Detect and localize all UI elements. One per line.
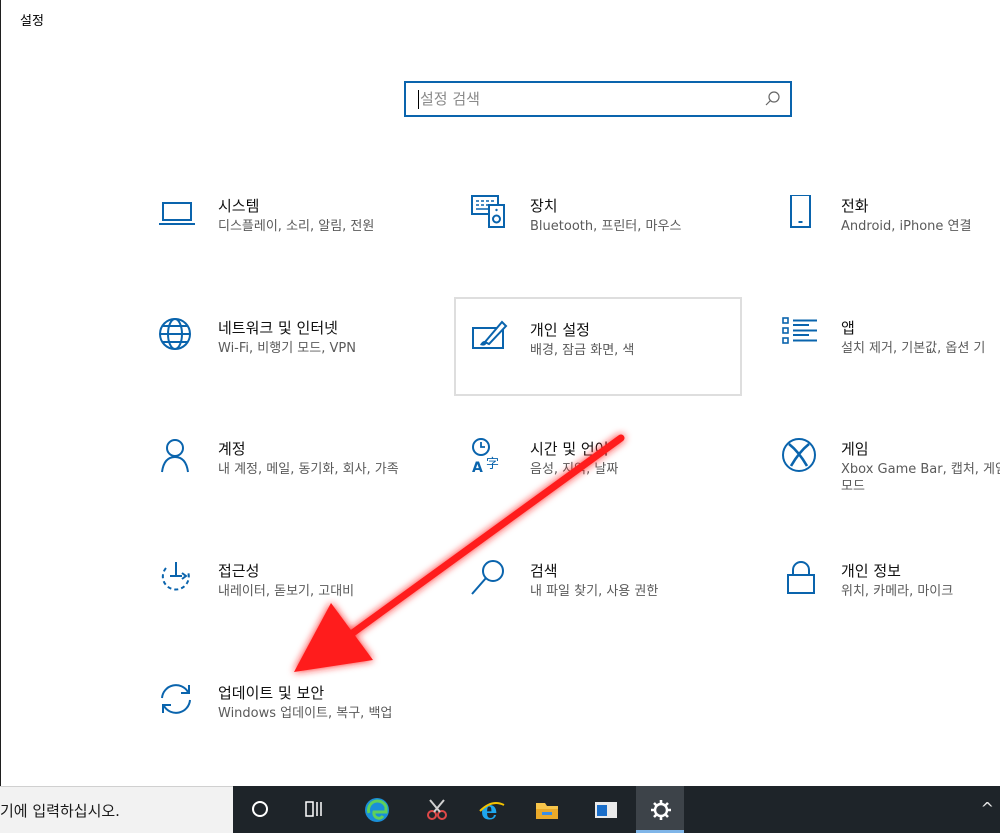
search-icon[interactable] <box>764 90 782 108</box>
svg-text:A: A <box>472 460 483 476</box>
tile-subtitle: 배경, 잠금 화면, 색 <box>530 343 635 358</box>
tile-title: 시간 및 언어 <box>530 440 609 458</box>
tile-subtitle: 디스플레이, 소리, 알림, 전원 <box>218 219 375 234</box>
internet-explorer-icon: e <box>479 797 505 823</box>
settings-gear-icon <box>651 800 671 820</box>
tile-accessibility[interactable]: 접근성 내레이터, 돋보기, 고대비 <box>158 560 444 656</box>
tile-subtitle: 위치, 카메라, 마이크 <box>841 584 954 599</box>
tile-subtitle: 내레이터, 돋보기, 고대비 <box>218 584 355 599</box>
tile-title: 개인 설정 <box>530 321 590 339</box>
text-caret <box>418 90 419 109</box>
tile-personalization[interactable]: 개인 설정 배경, 잠금 화면, 색 <box>454 297 742 396</box>
tile-system[interactable]: 시스템 디스플레이, 소리, 알림, 전원 <box>158 195 444 291</box>
settings-window: 설정 시스템 디스플레이, 소리, 알림, 전원 장치 Bluetooth, 프… <box>0 0 1000 786</box>
taskbar-app-window[interactable] <box>581 786 629 833</box>
xbox-icon <box>782 438 816 472</box>
tile-subtitle: 내 계정, 메일, 동기화, 회사, 가족 <box>218 462 399 477</box>
tile-search[interactable]: 검색 내 파일 찾기, 사용 권한 <box>470 560 756 656</box>
tile-title: 게임 <box>841 440 869 458</box>
search-icon <box>471 560 504 595</box>
tile-update-security[interactable]: 업데이트 및 보안 Windows 업데이트, 복구, 백업 <box>158 682 444 778</box>
person-icon <box>161 439 189 473</box>
tile-title: 계정 <box>218 440 246 458</box>
tile-subtitle: 설치 제거, 기본값, 옵션 기 <box>841 341 986 356</box>
tile-subtitle: Bluetooth, 프린터, 마우스 <box>530 219 682 234</box>
laptop-icon <box>159 202 195 225</box>
tile-title: 시스템 <box>218 197 260 215</box>
tile-network[interactable]: 네트워크 및 인터넷 Wi-Fi, 비행기 모드, VPN <box>158 317 444 413</box>
taskbar-search-box[interactable]: 기에 입력하십시오. <box>0 786 233 833</box>
taskbar-edge[interactable] <box>352 786 400 833</box>
tile-time-language[interactable]: A字 시간 및 언어 음성, 지역, 날짜 <box>470 438 756 534</box>
tile-accounts[interactable]: 계정 내 계정, 메일, 동기화, 회사, 가족 <box>158 438 444 534</box>
tile-title: 앱 <box>841 319 855 337</box>
lock-icon <box>787 561 815 594</box>
tile-subtitle: Android, iPhone 연결 <box>841 219 972 234</box>
time-language-icon: A字 <box>472 438 499 476</box>
search-input[interactable] <box>420 89 750 109</box>
taskbar-internet-explorer[interactable]: e <box>466 786 514 833</box>
personalization-icon <box>472 320 508 349</box>
app-window-icon <box>595 802 617 818</box>
cortana-icon <box>252 801 268 817</box>
taskbar-settings[interactable] <box>636 786 684 833</box>
tile-subtitle: Xbox Game Bar, 캡처, 게임 모드 <box>841 462 1000 494</box>
file-explorer-icon <box>536 803 558 819</box>
tile-subtitle: Wi-Fi, 비행기 모드, VPN <box>218 341 356 356</box>
tile-phone[interactable]: 전화 Android, iPhone 연결 <box>781 195 1000 291</box>
accessibility-icon <box>161 562 190 591</box>
tile-title: 개인 정보 <box>841 562 901 580</box>
tile-subtitle: 내 파일 찾기, 사용 권한 <box>530 584 659 599</box>
tile-title: 검색 <box>530 562 558 580</box>
tile-devices[interactable]: 장치 Bluetooth, 프린터, 마우스 <box>470 195 756 291</box>
tile-privacy[interactable]: 개인 정보 위치, 카메라, 마이크 <box>781 560 1000 656</box>
window-title: 설정 <box>20 14 44 29</box>
tile-title: 장치 <box>530 197 558 215</box>
svg-text:e: e <box>481 797 498 823</box>
tile-title: 네트워크 및 인터넷 <box>218 319 338 337</box>
taskbar-task-view[interactable] <box>290 786 338 833</box>
tile-title: 전화 <box>841 197 869 215</box>
tile-gaming[interactable]: 게임 Xbox Game Bar, 캡처, 게임 모드 <box>781 438 1000 534</box>
taskbar-file-explorer[interactable] <box>522 786 570 833</box>
settings-search-box[interactable] <box>404 81 792 117</box>
tile-title: 업데이트 및 보안 <box>218 684 325 702</box>
tray-expand-button[interactable]: ^ <box>981 799 994 818</box>
phone-icon <box>790 195 811 228</box>
tile-subtitle: Windows 업데이트, 복구, 백업 <box>218 706 393 721</box>
taskbar-cortana[interactable] <box>236 786 284 833</box>
sync-icon <box>161 684 191 714</box>
snipping-tool-icon <box>427 799 447 820</box>
devices-icon <box>471 195 505 228</box>
taskbar-search-text: 기에 입력하십시오. <box>0 802 120 820</box>
tile-title: 접근성 <box>218 562 260 580</box>
taskbar-snipping-tool[interactable] <box>412 786 460 833</box>
taskbar: 기에 입력하십시오. e ^ <box>0 786 1000 833</box>
tile-subtitle: 음성, 지역, 날짜 <box>530 462 619 477</box>
edge-icon <box>365 798 389 822</box>
globe-icon <box>159 318 191 350</box>
task-view-icon <box>305 801 322 817</box>
apps-list-icon <box>782 317 817 344</box>
svg-text:字: 字 <box>486 457 499 472</box>
tile-apps[interactable]: 앱 설치 제거, 기본값, 옵션 기 <box>781 317 1000 413</box>
